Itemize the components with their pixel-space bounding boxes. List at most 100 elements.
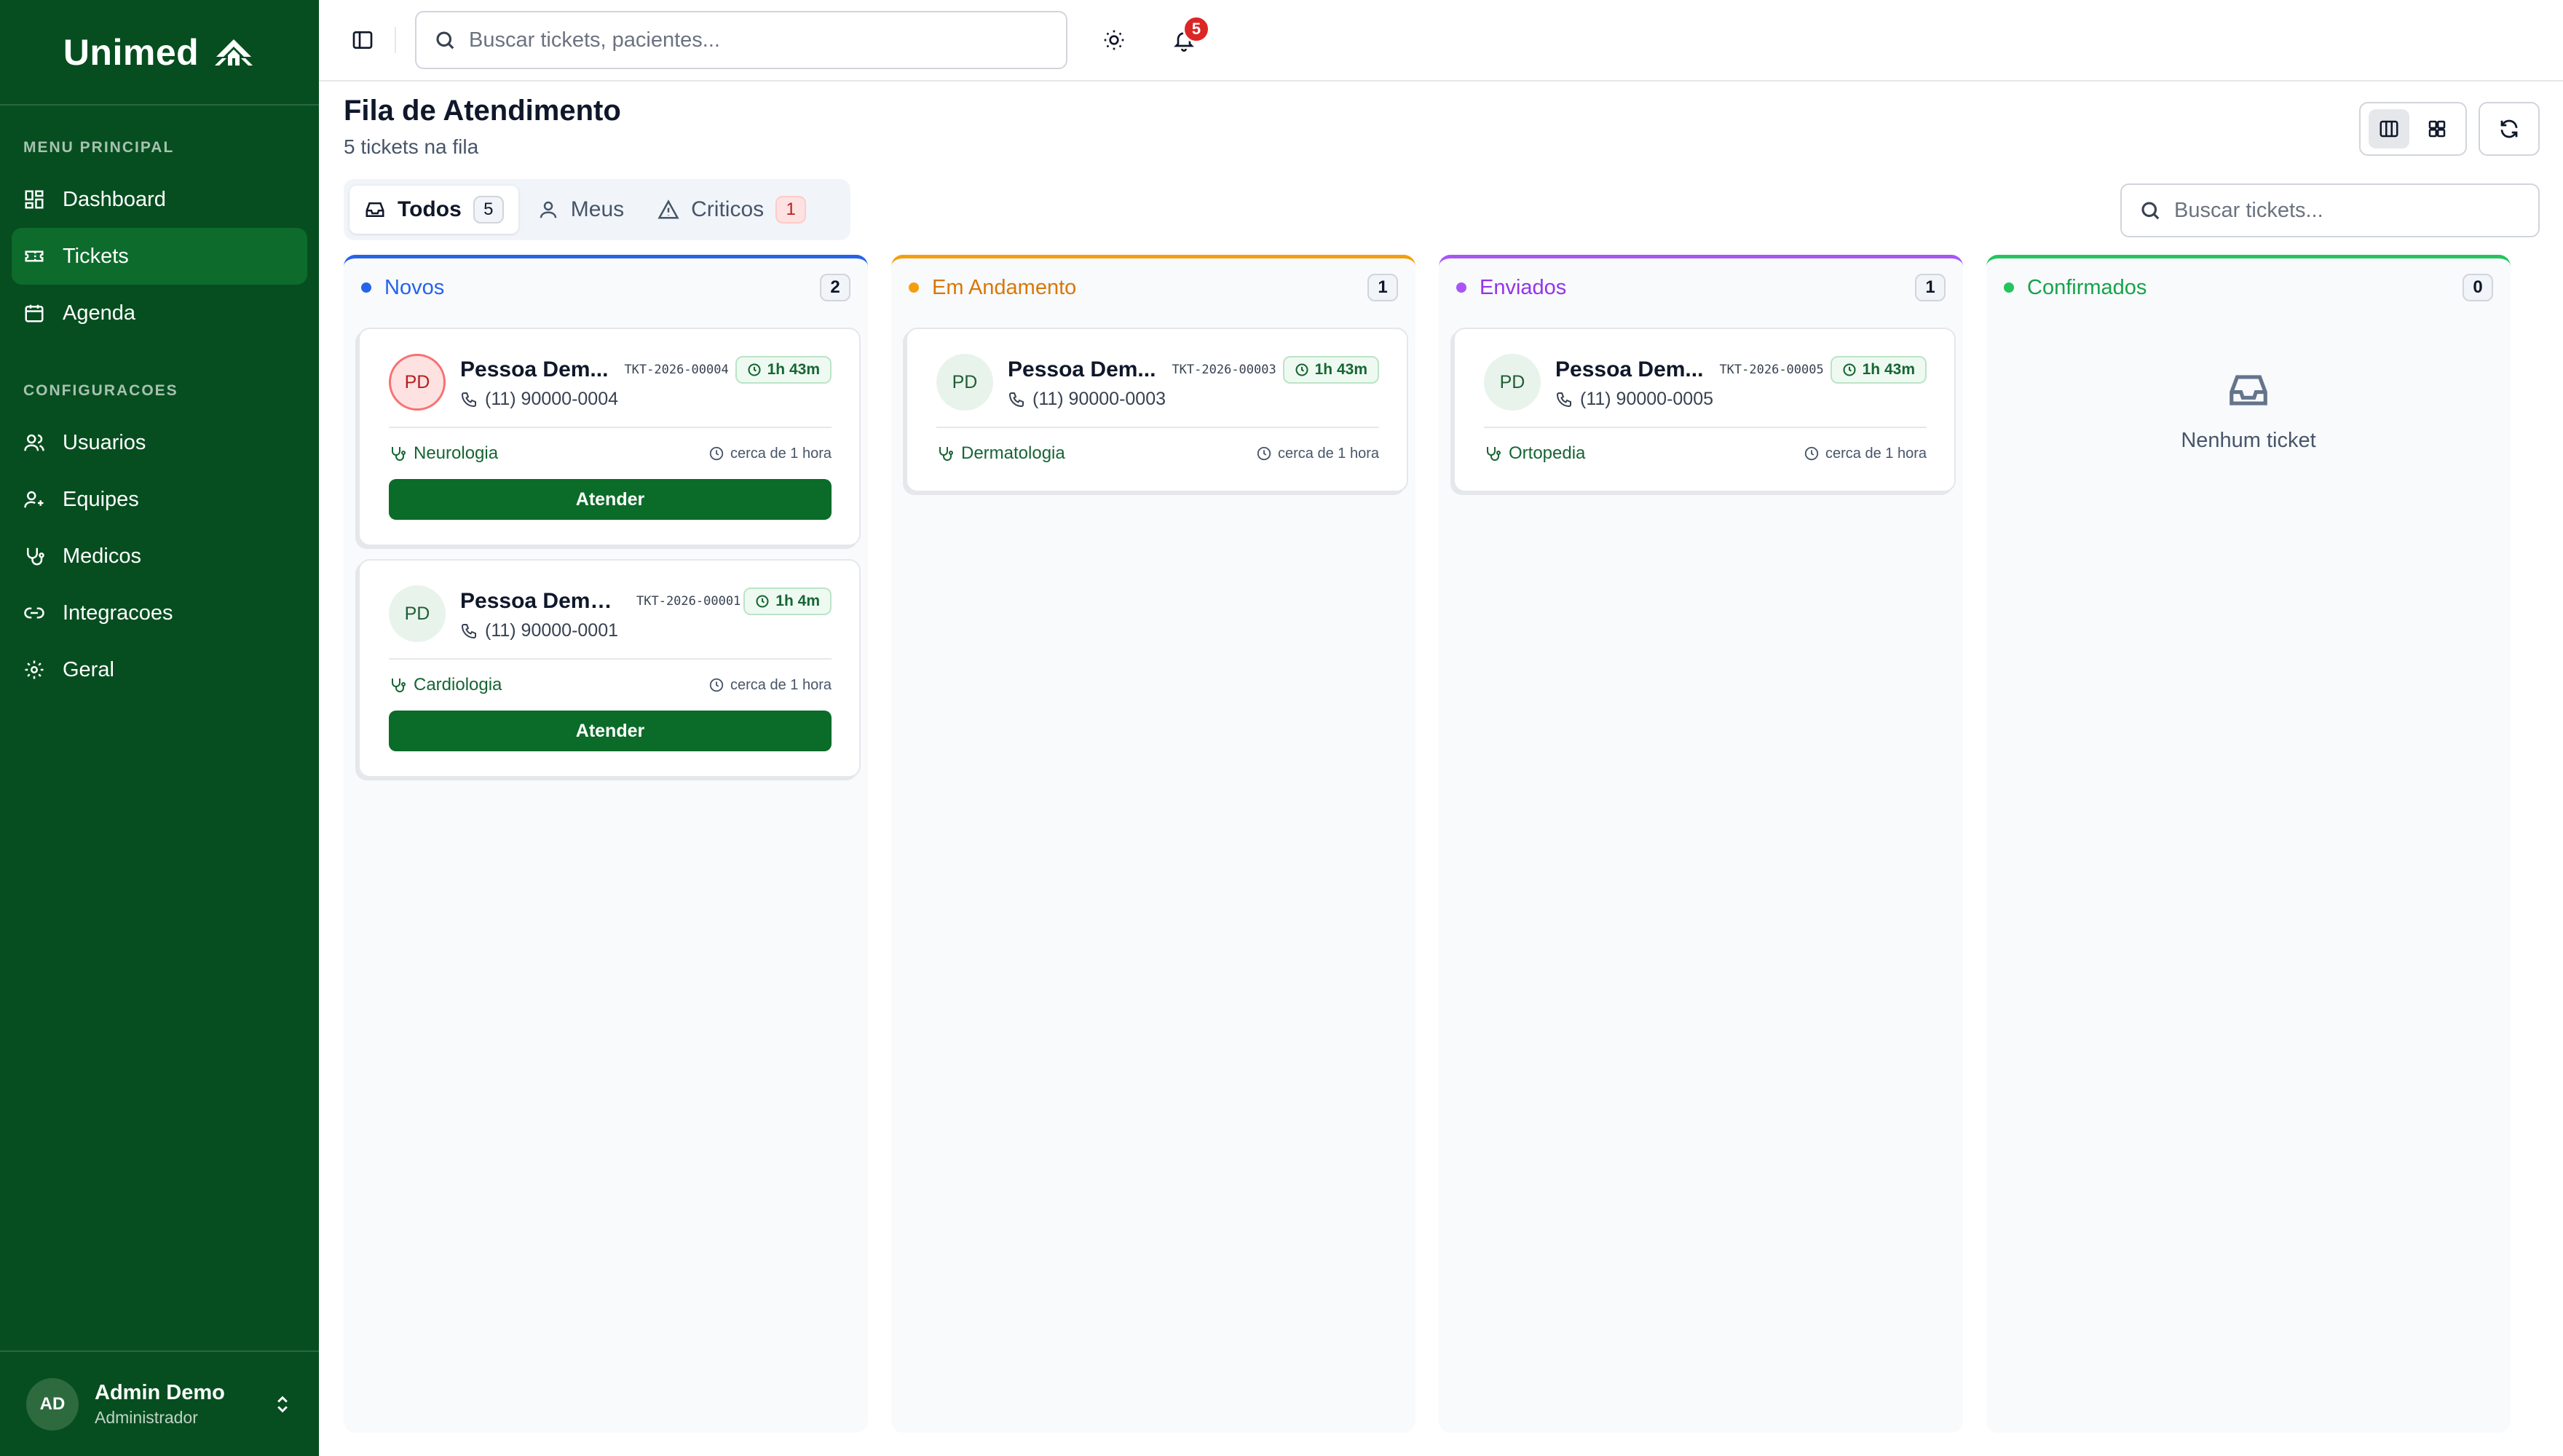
refresh-button[interactable] <box>2479 102 2540 156</box>
created-time: cerca de 1 hora <box>708 446 832 462</box>
ticket-search-input[interactable]: Buscar tickets... <box>2120 183 2540 237</box>
patient-name: Pessoa Demo... <box>460 589 620 613</box>
tab-meus[interactable]: Meus <box>523 186 639 234</box>
stethoscope-icon <box>939 447 953 461</box>
phone-number: (11) 90000-0001 <box>485 620 619 641</box>
sidebar-item-usuarios[interactable]: Usuarios <box>12 414 307 471</box>
inbox-icon <box>366 202 384 217</box>
user-icon <box>540 201 557 218</box>
phone-number: (11) 90000-0004 <box>485 389 619 409</box>
status-dot <box>1456 282 1466 293</box>
tab-label: Todos <box>398 197 462 221</box>
column-header: Confirmados 0 <box>1986 258 2511 317</box>
clock-icon <box>1257 446 1271 461</box>
column-title: Em Andamento <box>932 275 1077 299</box>
ticket-id: TKT-2026-00001 <box>636 594 741 609</box>
specialty-label: Neurologia <box>414 443 499 463</box>
stethoscope-icon <box>1487 447 1501 461</box>
stethoscope-icon <box>392 678 406 692</box>
theme-toggle-button[interactable] <box>1094 20 1134 60</box>
clock-icon <box>709 446 724 461</box>
sidebar-item-geral[interactable]: Geral <box>12 641 307 698</box>
dashboard-icon <box>25 190 44 209</box>
tab-criticos[interactable]: Criticos 1 <box>643 186 821 234</box>
status-dot <box>361 282 371 293</box>
patient-name: Pessoa Dem... <box>1555 357 1704 381</box>
user-menu[interactable]: AD Admin Demo Administrador <box>0 1350 319 1456</box>
column-title: Novos <box>384 275 445 299</box>
sidebar-item-label: Dashboard <box>63 187 166 211</box>
brand-name: Unimed <box>63 31 200 73</box>
sidebar-item-integracoes[interactable]: Integracoes <box>12 585 307 641</box>
specialty-label: Cardiologia <box>414 675 502 695</box>
avatar: PD <box>389 585 446 642</box>
chevrons-up-down-icon <box>277 1396 288 1412</box>
phone-number: (11) 90000-0003 <box>1032 389 1166 409</box>
search-icon <box>436 31 454 50</box>
avatar: PD <box>389 354 446 411</box>
created-time: cerca de 1 hora <box>708 677 832 694</box>
attend-button[interactable]: Atender <box>389 479 832 520</box>
tab-todos[interactable]: Todos 5 <box>350 186 518 234</box>
clock-icon <box>1804 446 1819 461</box>
brand-logo[interactable]: Unimed <box>0 0 319 106</box>
inbox-icon <box>2230 375 2267 405</box>
global-search-input[interactable]: Buscar tickets, pacientes... <box>415 11 1067 69</box>
status-dot <box>909 282 919 293</box>
phone-icon <box>461 623 476 638</box>
columns-icon <box>2380 120 2398 138</box>
warning-icon <box>657 199 679 219</box>
user-name: Admin Demo <box>95 1380 225 1404</box>
main-menu-label: MENU PRINCIPAL <box>23 139 175 156</box>
ticket-card[interactable]: PD Pessoa Dem... TKT-2026-00005 1h 43m (… <box>1453 328 1956 492</box>
sidebar-item-label: Geral <box>63 657 114 681</box>
page-subtitle: 5 tickets na fila <box>344 135 479 158</box>
status-dot <box>2004 282 2014 293</box>
page-title: Fila de Atendimento <box>344 95 621 127</box>
sidebar-item-medicos[interactable]: Medicos <box>12 528 307 585</box>
clock-icon <box>756 595 769 608</box>
column-count: 0 <box>2463 274 2493 301</box>
sidebar-item-tickets[interactable]: Tickets <box>12 228 307 285</box>
tab-count: 1 <box>775 196 807 223</box>
grid-view-button[interactable] <box>2417 109 2457 149</box>
sidebar-item-agenda[interactable]: Agenda <box>12 285 307 341</box>
column-count: 1 <box>1367 274 1398 301</box>
sidebar-item-dashboard[interactable]: Dashboard <box>12 171 307 228</box>
column-title: Enviados <box>1480 275 1567 299</box>
column-novos: Novos 2 PD Pessoa Dem... TKT-2026-00004 … <box>344 255 868 1433</box>
config-menu-label: CONFIGURACOES <box>23 382 178 399</box>
wait-time: 1h 4m <box>775 593 820 609</box>
column-header: Em Andamento 1 <box>891 258 1415 317</box>
created-time: cerca de 1 hora <box>1804 446 1927 462</box>
patient-phone: (11) 90000-0004 <box>460 389 832 410</box>
phone-icon <box>1556 392 1571 407</box>
stethoscope-icon <box>27 547 44 566</box>
patient-name: Pessoa Dem... <box>460 357 609 381</box>
column-header: Enviados 1 <box>1439 258 1963 317</box>
wait-time-badge: 1h 43m <box>1282 356 1379 384</box>
clock-icon <box>1295 363 1308 376</box>
wait-time: 1h 43m <box>767 361 820 378</box>
specialty: Cardiologia <box>389 675 502 695</box>
wait-time: 1h 43m <box>1862 361 1915 378</box>
column-confirmados: Confirmados 0 Nenhum ticket <box>1986 255 2511 1433</box>
wait-time-badge: 1h 43m <box>1830 356 1927 384</box>
users-icon <box>24 434 44 451</box>
column-count: 2 <box>820 274 850 301</box>
empty-state: Nenhum ticket <box>1986 368 2511 453</box>
ticket-card[interactable]: PD Pessoa Demo... TKT-2026-00001 1h 4m (… <box>358 559 861 778</box>
refresh-icon <box>2500 119 2518 138</box>
column-header: Novos 2 <box>344 258 868 317</box>
column-count: 1 <box>1915 274 1946 301</box>
created-ago: cerca de 1 hora <box>730 445 832 462</box>
ticket-card[interactable]: PD Pessoa Dem... TKT-2026-00004 1h 43m (… <box>358 328 861 546</box>
wait-time: 1h 43m <box>1314 361 1367 378</box>
toggle-sidebar-button[interactable] <box>342 20 383 60</box>
search-icon <box>2141 202 2160 220</box>
kanban-view-button[interactable] <box>2369 109 2409 149</box>
notifications-button[interactable]: 5 <box>1164 15 1210 60</box>
sidebar-item-equipes[interactable]: Equipes <box>12 471 307 528</box>
ticket-card[interactable]: PD Pessoa Dem... TKT-2026-00003 1h 43m (… <box>906 328 1408 492</box>
attend-button[interactable]: Atender <box>389 711 832 751</box>
